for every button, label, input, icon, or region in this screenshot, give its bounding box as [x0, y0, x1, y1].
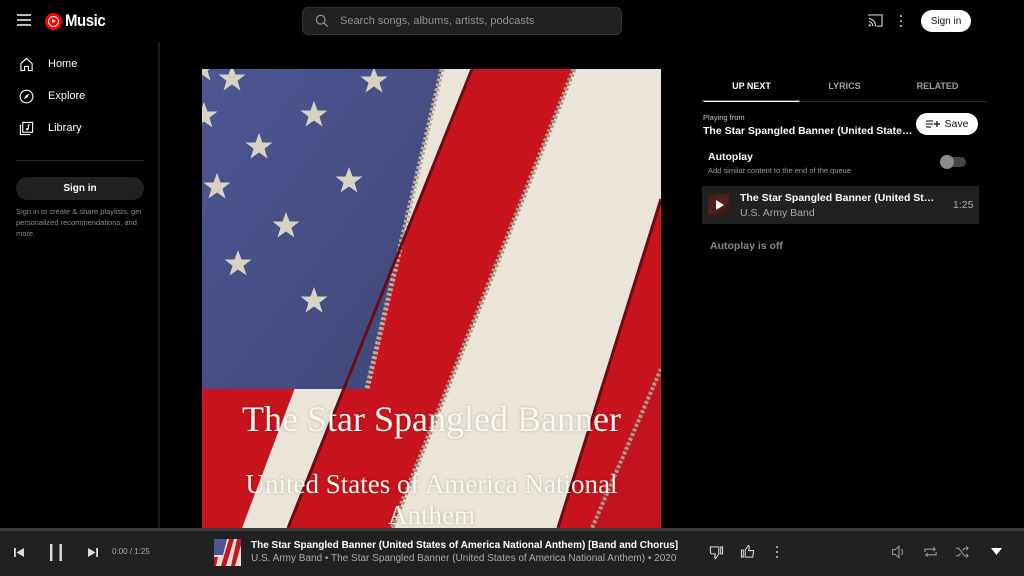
queue-item-title: The Star Spangled Banner (United States … — [740, 192, 940, 204]
dislike-icon[interactable] — [709, 545, 724, 560]
artwork-subtitle: United States of America National Anthem — [245, 469, 618, 528]
library-icon — [19, 121, 34, 135]
sidebar-item-library[interactable]: Library — [0, 113, 158, 143]
cast-icon[interactable] — [868, 14, 883, 27]
sign-in-note: Sign in to create & share playlists, get… — [16, 207, 142, 238]
volume-icon[interactable] — [891, 545, 906, 559]
search-icon — [315, 14, 329, 28]
sidebar-divider — [16, 160, 144, 161]
previous-icon[interactable] — [13, 547, 25, 558]
tab-related[interactable]: RELATED — [890, 70, 985, 102]
autoplay-off-label: Autoplay is off — [710, 240, 783, 252]
repeat-icon[interactable] — [923, 545, 938, 559]
sidebar-item-explore[interactable]: Explore — [0, 81, 158, 111]
queue-item[interactable]: The Star Spangled Banner (United States … — [702, 186, 979, 224]
youtube-music-logo-icon — [45, 12, 62, 30]
shuffle-icon[interactable] — [955, 545, 970, 559]
save-label: Save — [944, 118, 969, 130]
logo-text: Music — [65, 11, 106, 30]
sidebar-item-label: Explore — [48, 90, 86, 102]
autoplay-title: Autoplay — [708, 151, 753, 163]
logo[interactable]: Music — [45, 11, 111, 31]
pause-icon[interactable] — [48, 543, 64, 562]
tab-up-next[interactable]: UP NEXT — [704, 70, 799, 102]
search-bar[interactable] — [302, 7, 622, 35]
playing-from-label: Playing from — [703, 113, 745, 122]
toggle-knob — [940, 155, 954, 169]
more-vert-icon[interactable] — [773, 544, 781, 560]
queue-item-duration: 1:25 — [953, 199, 974, 211]
sidebar-item-label: Library — [48, 122, 82, 134]
up-next-panel: UP NEXT LYRICS RELATED Playing from The … — [702, 70, 986, 252]
time-display: 0:00 / 1:25 — [112, 547, 150, 556]
sidebar-item-label: Home — [48, 58, 78, 70]
menu-icon[interactable] — [17, 14, 31, 26]
tab-lyrics[interactable]: LYRICS — [797, 70, 892, 102]
expand-icon[interactable] — [990, 547, 1003, 556]
sign-in-button[interactable]: Sign in — [921, 10, 971, 32]
playlist-add-icon — [925, 120, 940, 128]
artwork-title: The Star Spangled Banner — [242, 399, 621, 439]
panel-tabs: UP NEXT LYRICS RELATED — [702, 70, 986, 102]
now-playing-title[interactable]: The Star Spangled Banner (United States … — [251, 540, 678, 551]
thumbnail-flag-image — [214, 539, 241, 566]
playing-from-title: The Star Spangled Banner (United States … — [703, 125, 915, 137]
explore-icon — [19, 89, 34, 103]
sidebar-item-home[interactable]: Home — [0, 49, 158, 79]
flag-image — [202, 69, 661, 528]
queue-thumbnail — [708, 194, 729, 215]
autoplay-description: Add similar content to the end of the qu… — [708, 166, 852, 175]
save-button[interactable]: Save — [916, 113, 978, 135]
now-playing-thumbnail[interactable] — [214, 539, 241, 566]
sidebar-sign-in-button[interactable]: Sign in — [16, 177, 144, 200]
like-icon[interactable] — [740, 544, 755, 559]
album-artwork: The Star Spangled Banner United States o… — [202, 69, 661, 528]
top-bar: Music Sign in — [0, 0, 1024, 42]
queue-item-artist[interactable]: U.S. Army Band — [740, 207, 815, 219]
play-icon[interactable] — [715, 199, 724, 210]
home-icon — [20, 57, 33, 71]
player-bar: 0:00 / 1:25 The Star Spangled Banner (Un… — [0, 531, 1024, 576]
search-input[interactable] — [340, 15, 610, 27]
autoplay-toggle[interactable] — [940, 155, 966, 169]
sidebar: Home Explore Library Sign in Sign in to … — [0, 42, 160, 528]
now-playing-subtitle[interactable]: U.S. Army Band • The Star Spangled Banne… — [251, 553, 676, 564]
more-vert-icon[interactable] — [896, 13, 906, 29]
next-icon[interactable] — [87, 547, 99, 558]
